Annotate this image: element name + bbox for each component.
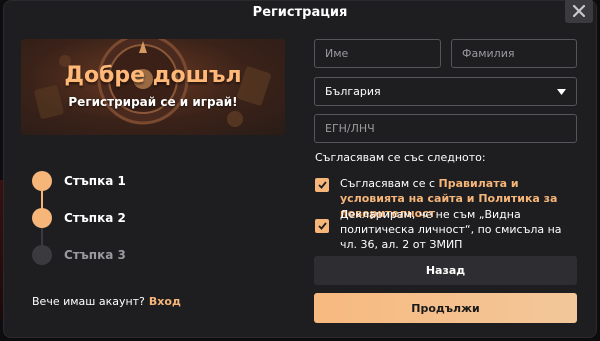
registration-dialog: Регистрация Добре дошъл Регистрирай се и… <box>3 0 597 338</box>
close-button[interactable] <box>565 0 593 23</box>
welcome-banner: Добре дошъл Регистрирай се и играй! <box>21 39 285 135</box>
pep-declaration-text: Декларирам, че не съм „Видна политическа… <box>340 208 562 251</box>
caret-down-icon <box>557 88 566 95</box>
last-name-input[interactable] <box>451 39 577 68</box>
country-select[interactable]: България <box>314 77 577 106</box>
dialog-title: Регистрация <box>252 5 348 20</box>
step-1-label: Стъпка 1 <box>64 174 126 188</box>
step-3: Стъпка 3 <box>32 245 126 265</box>
login-link[interactable]: Вход <box>149 295 181 308</box>
first-name-input[interactable] <box>314 39 441 68</box>
step-2-label: Стъпка 2 <box>64 211 126 225</box>
step-3-dot <box>32 245 52 265</box>
close-icon <box>573 5 585 17</box>
step-2: Стъпка 2 <box>32 208 126 228</box>
country-select-value: България <box>325 85 381 98</box>
pep-checkbox[interactable] <box>315 219 329 233</box>
back-button[interactable]: Назад <box>314 256 577 285</box>
agree-heading: Съгласявам се със следното: <box>315 151 486 164</box>
terms-checkbox[interactable] <box>315 178 329 192</box>
login-prompt-row: Вече имаш акаунт? Вход <box>32 295 181 308</box>
pep-checkbox-row[interactable]: Декларирам, че не съм „Видна политическа… <box>315 207 580 252</box>
step-3-label: Стъпка 3 <box>64 248 126 262</box>
check-icon <box>317 181 327 189</box>
step-1: Стъпка 1 <box>32 171 126 191</box>
check-icon <box>317 222 327 230</box>
terms-prefix: Съгласявам се с <box>340 177 439 190</box>
step-1-dot <box>32 171 52 191</box>
registration-stepper: Стъпка 1 Стъпка 2 Стъпка 3 <box>32 171 232 271</box>
banner-subtitle: Регистрирай се и играй! <box>68 95 238 109</box>
step-2-dot <box>32 208 52 228</box>
banner-title: Добре дошъл <box>64 63 242 88</box>
continue-button[interactable]: Продължи <box>314 293 577 323</box>
login-prompt: Вече имаш акаунт? <box>32 295 145 308</box>
id-number-input[interactable] <box>314 114 577 143</box>
